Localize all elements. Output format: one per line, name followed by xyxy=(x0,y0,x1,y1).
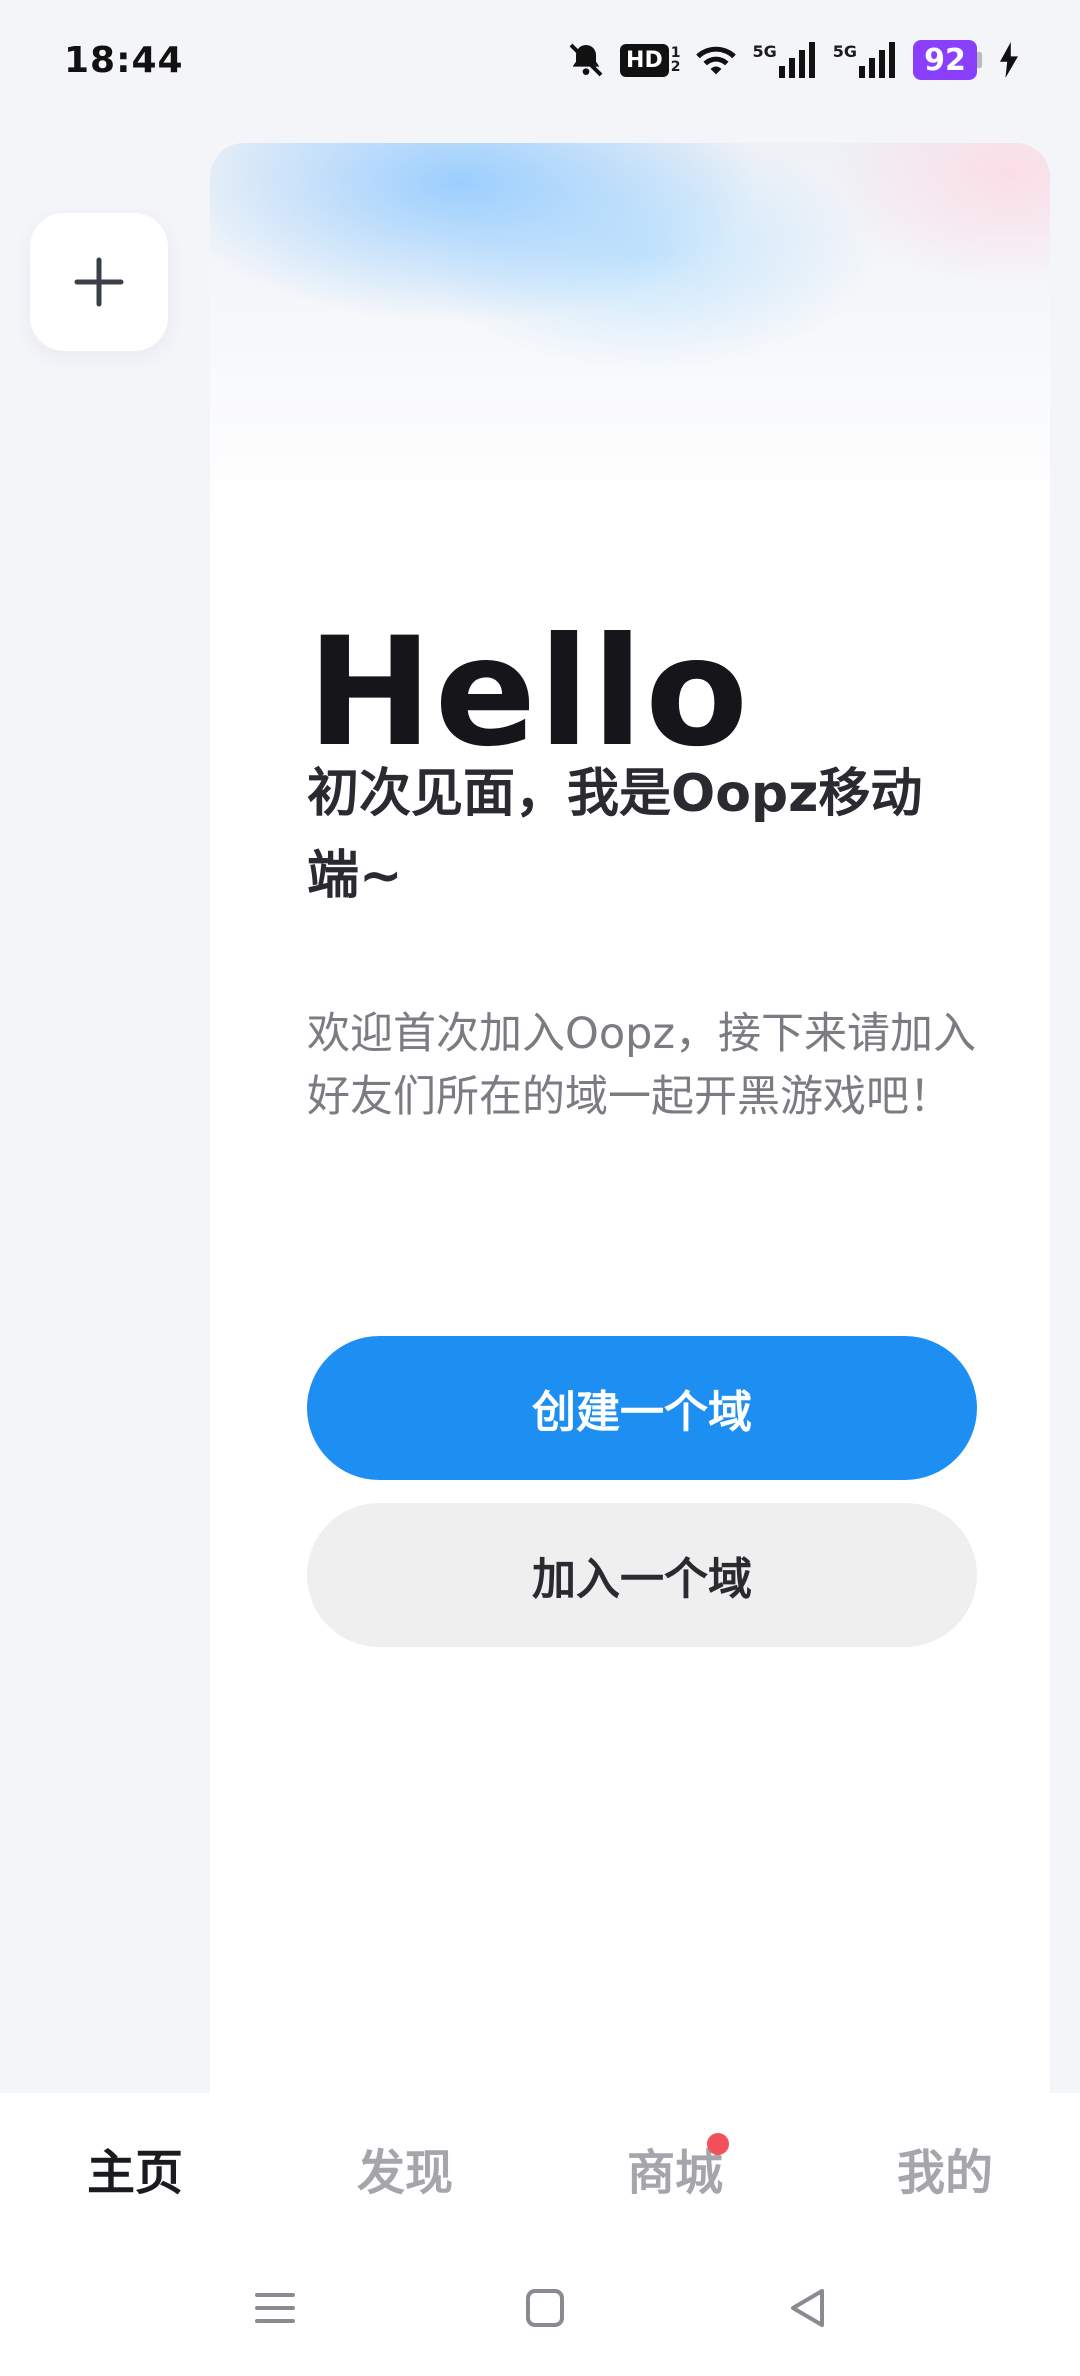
tab-discover-label: 发现 xyxy=(356,2145,453,2201)
signal-label-2: 5G xyxy=(832,42,857,61)
menu-icon[interactable] xyxy=(240,2273,310,2343)
signal-label: 5G xyxy=(752,42,777,61)
intro-heading: 初次见面，我是Oopz移动端~ xyxy=(307,764,923,906)
bell-muted-icon xyxy=(566,40,606,80)
intro-body: 欢迎首次加入Oopz，接下来请加入好友们所在的域一起开黑游戏吧！ xyxy=(307,1009,977,1122)
hd-label: HD xyxy=(620,43,669,77)
battery-icon: 92 xyxy=(913,40,982,80)
side-rail xyxy=(0,120,200,2090)
tab-profile-label: 我的 xyxy=(896,2145,993,2201)
battery-level: 92 xyxy=(913,40,977,80)
add-domain-button[interactable] xyxy=(30,213,168,351)
tab-store[interactable]: 商城 xyxy=(540,2093,810,2243)
welcome-card: Hello 初次见面，我是Oopz移动端~ 欢迎首次加入Oopz，接下来请加入好… xyxy=(210,143,1050,2093)
bottom-tab-bar: 主页 发现 商城 我的 xyxy=(0,2093,1080,2243)
status-icons: HD 12 5G 5G 92 xyxy=(566,40,1022,80)
join-domain-button[interactable]: 加入一个域 xyxy=(307,1503,977,1647)
plus-icon xyxy=(74,257,124,307)
card-gradient-header xyxy=(210,143,1050,523)
charging-icon xyxy=(996,42,1022,78)
screen: 18:44 HD 12 5G 5G 92 Hello 初次见面，我是Oopz移动… xyxy=(0,0,1080,2376)
status-bar: 18:44 HD 12 5G 5G 92 xyxy=(0,0,1080,120)
wifi-icon xyxy=(694,42,738,78)
hd-icon: HD 12 xyxy=(620,43,680,77)
tab-home[interactable]: 主页 xyxy=(0,2093,270,2243)
store-notification-badge xyxy=(707,2133,729,2155)
back-triangle-icon[interactable] xyxy=(772,2273,842,2343)
create-domain-button[interactable]: 创建一个域 xyxy=(307,1336,977,1480)
home-square-icon[interactable] xyxy=(510,2273,580,2343)
signal-5g-icon-2: 5G xyxy=(833,42,899,78)
signal-5g-icon: 5G xyxy=(752,42,818,78)
tab-discover[interactable]: 发现 xyxy=(270,2093,540,2243)
tab-home-label: 主页 xyxy=(86,2145,183,2201)
status-time: 18:44 xyxy=(64,39,184,81)
system-navigation-bar xyxy=(0,2243,1080,2376)
tab-profile[interactable]: 我的 xyxy=(810,2093,1080,2243)
